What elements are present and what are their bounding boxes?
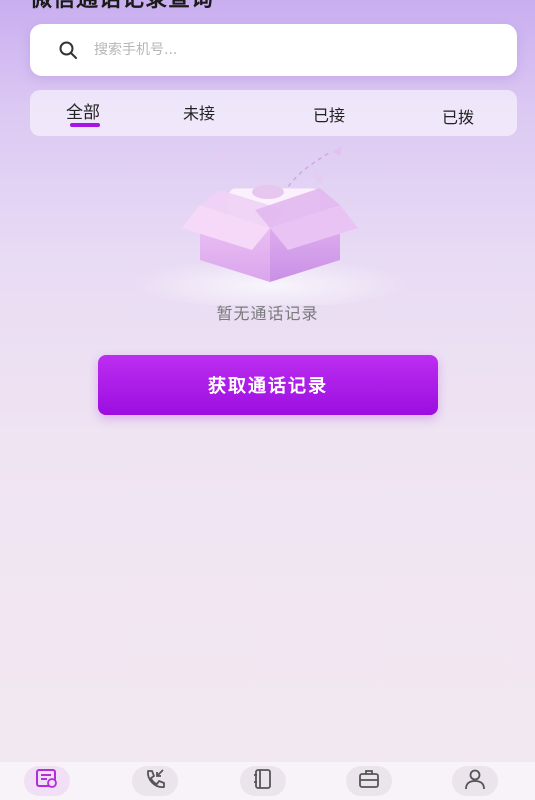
nav-calls[interactable] [132,766,178,796]
page-title: 微信通话记录查询 [30,0,214,14]
tab-missed[interactable]: 未接 [183,100,215,124]
incoming-call-icon [143,768,167,794]
tab-answered[interactable]: 已接 [313,102,345,126]
search-icon [56,38,80,62]
tab-all[interactable]: 全部 [66,98,100,123]
call-filter-tabs: 全部 未接 已接 已拨 [30,90,517,136]
empty-box-illustration [120,140,420,308]
tab-dialed[interactable]: 已拨 [442,104,474,128]
fetch-call-records-button[interactable]: 获取通话记录 [98,355,438,415]
empty-state-text: 暂无通话记录 [216,304,319,323]
user-profile-icon [463,768,487,794]
toolbox-icon [357,768,381,794]
search-bar[interactable] [30,24,517,76]
search-input[interactable] [94,42,474,58]
active-tab-indicator [70,123,100,127]
call-log-icon [35,768,59,794]
bottom-navigation [0,762,535,800]
nav-tools[interactable] [346,766,392,796]
nav-contacts[interactable] [240,766,286,796]
nav-call-log[interactable] [24,766,70,796]
contacts-book-icon [251,768,275,794]
nav-profile[interactable] [452,766,498,796]
